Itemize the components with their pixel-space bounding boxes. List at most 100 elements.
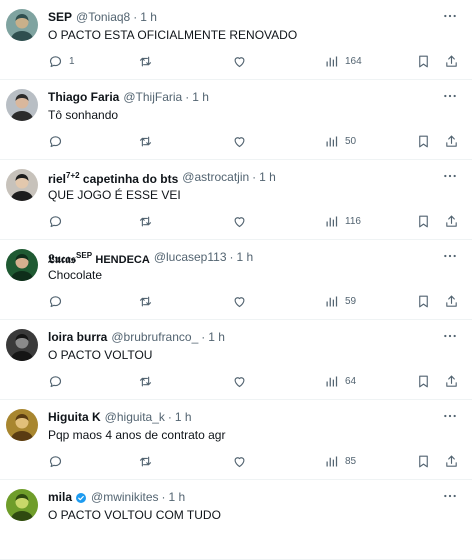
retweet-button[interactable] xyxy=(138,212,153,230)
share-button[interactable] xyxy=(444,452,459,470)
more-icon[interactable] xyxy=(440,248,460,264)
display-name[interactable]: mila xyxy=(48,489,72,506)
like-button[interactable] xyxy=(232,52,247,70)
user-handle[interactable]: @brubrufranco_ xyxy=(111,329,198,346)
timestamp[interactable]: 1 h xyxy=(140,9,157,26)
display-name-text: 𝕷𝖚𝖈𝖆𝖘 xyxy=(48,251,77,266)
display-name[interactable]: Higuita K xyxy=(48,409,101,426)
bookmark-button[interactable] xyxy=(416,212,431,230)
reply-button[interactable] xyxy=(48,372,63,390)
avatar[interactable] xyxy=(6,169,38,201)
display-name[interactable]: 𝕷𝖚𝖈𝖆𝖘SEP HENDECA xyxy=(48,249,150,266)
like-icon xyxy=(232,214,247,229)
display-name[interactable]: riel7+2 capetinha do bts xyxy=(48,169,178,186)
bookmark-button[interactable] xyxy=(416,132,431,150)
user-handle[interactable]: @higuita_k xyxy=(105,409,165,426)
views-button[interactable]: 59 xyxy=(324,292,356,310)
display-name[interactable]: loira burra xyxy=(48,329,107,346)
tweet-text: Chocolate xyxy=(48,268,103,282)
tweet[interactable]: SEP @Toniaq8 · 1 h O PACTO ESTA OFICIALMENTE… xyxy=(0,0,472,80)
verified-icon xyxy=(75,492,87,504)
user-handle[interactable]: @Toniaq8 xyxy=(76,9,130,26)
reply-button[interactable] xyxy=(48,132,63,150)
bookmark-button[interactable] xyxy=(416,452,431,470)
display-name-rest: capetinha do bts xyxy=(79,172,179,186)
tweet[interactable]: mila @mwinikites · 1 h O PACTO VOLTOU COM TU… xyxy=(0,480,472,560)
avatar[interactable] xyxy=(6,249,38,281)
display-name[interactable]: SEP xyxy=(48,9,72,26)
tweet-text: O PACTO ESTA OFICIALMENTE RENOVADO xyxy=(48,28,298,42)
reply-button[interactable] xyxy=(48,292,63,310)
tweet[interactable]: Thiago Faria @ThijFaria · 1 h Tô sonhando 50 xyxy=(0,80,472,160)
retweet-button[interactable] xyxy=(138,52,153,70)
view-count: 85 xyxy=(345,455,357,467)
timestamp[interactable]: 1 h xyxy=(237,249,254,266)
user-handle[interactable]: @astrocatjin xyxy=(182,169,249,186)
bookmark-icon xyxy=(416,214,431,229)
retweet-button[interactable] xyxy=(138,372,153,390)
bookmark-button[interactable] xyxy=(416,52,431,70)
timestamp[interactable]: 1 h xyxy=(175,409,192,426)
like-button[interactable] xyxy=(232,372,247,390)
like-button[interactable] xyxy=(232,452,247,470)
bookmark-icon xyxy=(416,374,431,389)
views-button[interactable]: 164 xyxy=(324,52,362,70)
views-button[interactable]: 50 xyxy=(324,132,356,150)
bookmark-button[interactable] xyxy=(416,292,431,310)
timestamp[interactable]: 1 h xyxy=(259,169,276,186)
share-button[interactable] xyxy=(444,212,459,230)
tweet[interactable]: riel7+2 capetinha do bts @astrocatjin · 1 h… xyxy=(0,160,472,240)
share-button[interactable] xyxy=(444,292,459,310)
display-name-text: Thiago Faria xyxy=(48,90,120,104)
reply-icon xyxy=(48,294,63,309)
display-name[interactable]: Thiago Faria xyxy=(48,89,119,106)
tweet[interactable]: Higuita K @higuita_k · 1 h Pqp maos 4 anos d… xyxy=(0,400,472,480)
user-handle[interactable]: @lucasep113 xyxy=(154,249,227,266)
more-icon[interactable] xyxy=(440,328,460,344)
reply-icon xyxy=(48,214,63,229)
avatar[interactable] xyxy=(6,89,38,121)
separator-dot: · xyxy=(161,490,166,504)
user-handle[interactable]: @mwinikites xyxy=(91,489,159,506)
like-button[interactable] xyxy=(232,212,247,230)
reply-icon xyxy=(48,134,63,149)
tweet-actions: 50 xyxy=(48,132,472,150)
share-icon xyxy=(444,54,459,69)
like-button[interactable] xyxy=(232,292,247,310)
more-icon[interactable] xyxy=(440,88,460,104)
timestamp[interactable]: 1 h xyxy=(192,89,209,106)
tweet[interactable]: loira burra @brubrufranco_ · 1 h O PACTO VOL… xyxy=(0,320,472,400)
views-button[interactable]: 64 xyxy=(324,372,356,390)
views-button[interactable]: 85 xyxy=(324,452,356,470)
user-handle[interactable]: @ThijFaria xyxy=(123,89,182,106)
share-button[interactable] xyxy=(444,52,459,70)
bookmark-button[interactable] xyxy=(416,372,431,390)
more-icon[interactable] xyxy=(440,408,460,424)
tweet[interactable]: 𝕷𝖚𝖈𝖆𝖘SEP HENDECA @lucasep113 · 1 h Chocolate… xyxy=(0,240,472,320)
retweet-button[interactable] xyxy=(138,132,153,150)
reply-button[interactable] xyxy=(48,452,63,470)
more-icon[interactable] xyxy=(440,8,460,24)
avatar[interactable] xyxy=(6,409,38,441)
like-button[interactable] xyxy=(232,132,247,150)
avatar[interactable] xyxy=(6,489,38,521)
avatar[interactable] xyxy=(6,9,38,41)
share-button[interactable] xyxy=(444,372,459,390)
more-icon[interactable] xyxy=(440,168,460,184)
tweet-header: loira burra @brubrufranco_ · 1 h xyxy=(48,329,432,346)
timestamp[interactable]: 1 h xyxy=(169,489,186,506)
bookmark-icon xyxy=(416,294,431,309)
retweet-button[interactable] xyxy=(138,452,153,470)
reply-icon xyxy=(48,54,63,69)
like-icon xyxy=(232,454,247,469)
share-button[interactable] xyxy=(444,132,459,150)
reply-button[interactable]: 1 xyxy=(48,52,75,70)
reply-button[interactable] xyxy=(48,212,63,230)
avatar[interactable] xyxy=(6,329,38,361)
timestamp[interactable]: 1 h xyxy=(208,329,225,346)
retweet-button[interactable] xyxy=(138,292,153,310)
views-button[interactable]: 116 xyxy=(324,212,361,230)
more-icon[interactable] xyxy=(440,488,460,504)
bookmark-icon xyxy=(416,134,431,149)
tweet-header: 𝕷𝖚𝖈𝖆𝖘SEP HENDECA @lucasep113 · 1 h xyxy=(48,249,432,266)
